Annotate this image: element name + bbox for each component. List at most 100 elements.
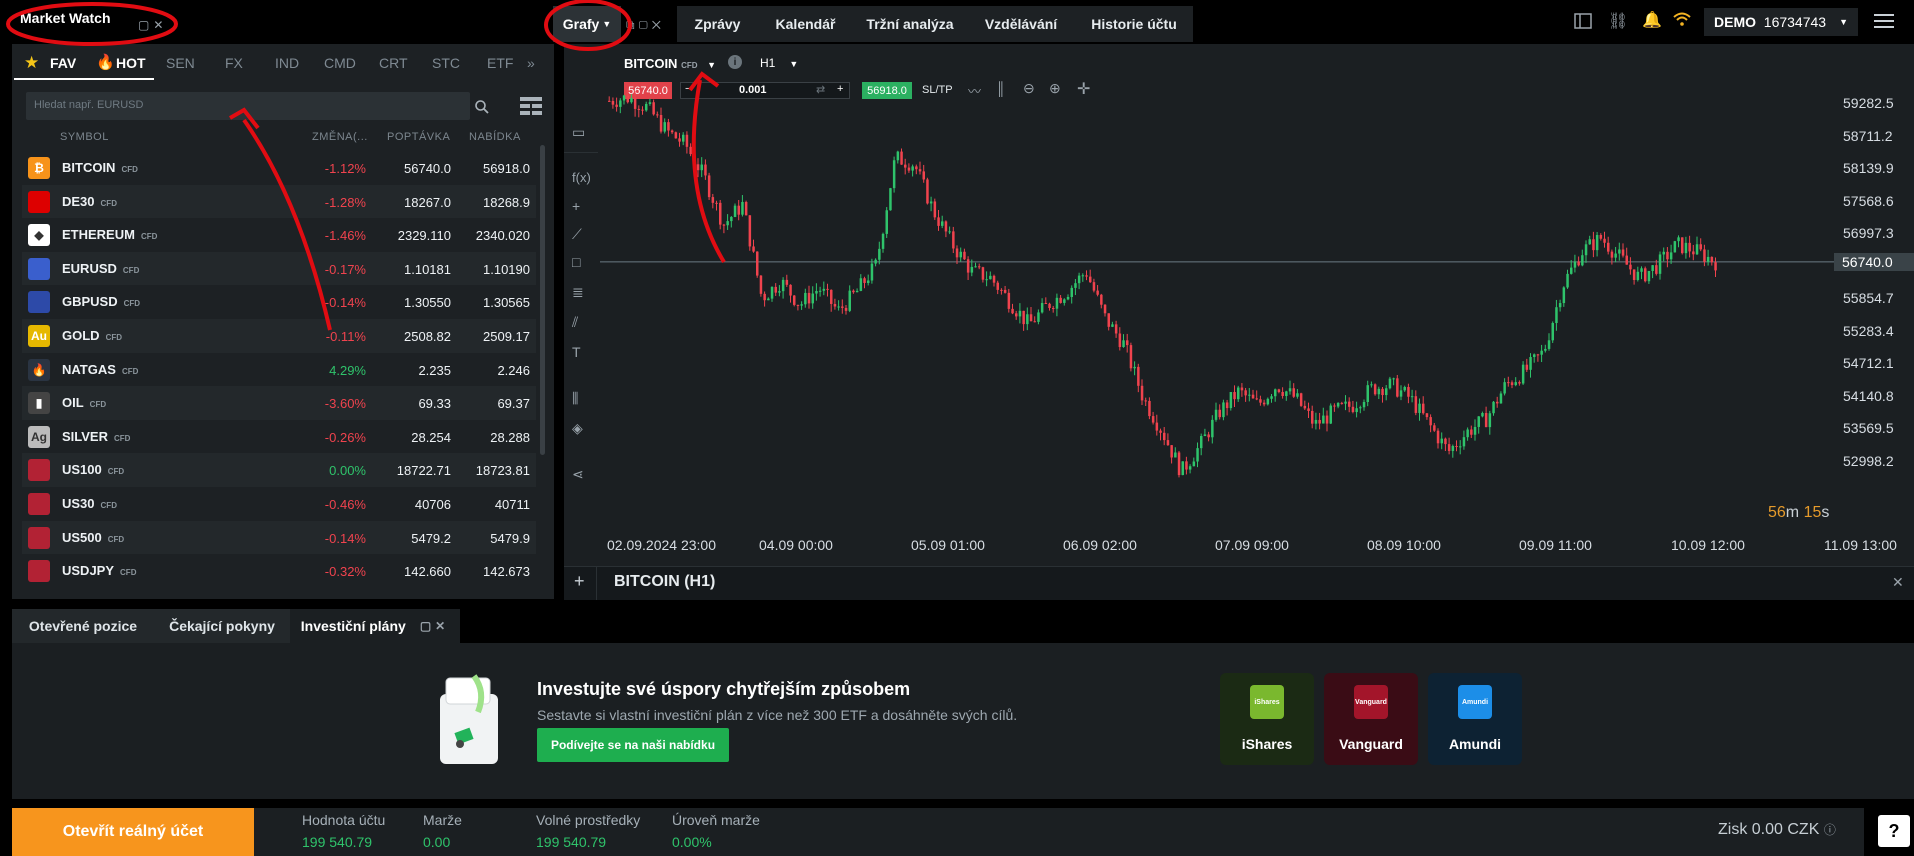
chart-title[interactable]: BITCOIN (H1) bbox=[614, 573, 715, 591]
stat-label-margin: Marže bbox=[423, 812, 462, 828]
column-header-bid[interactable]: POPTÁVKA bbox=[387, 131, 450, 143]
market-watch-window-icons[interactable]: ▢✕ bbox=[138, 18, 167, 32]
candle bbox=[1140, 385, 1144, 401]
table-row[interactable]: US100 CFD 0.00% 18722.71 18723.81 bbox=[22, 453, 536, 487]
close-icon[interactable]: ✕ bbox=[1892, 574, 1904, 591]
share-icon[interactable]: ⋖ bbox=[572, 466, 584, 483]
menu-icon[interactable] bbox=[1874, 13, 1894, 29]
search-icon[interactable] bbox=[474, 99, 490, 115]
indicators-icon[interactable]: ⫼ bbox=[572, 390, 578, 407]
account-footer bbox=[12, 808, 1914, 856]
tab-ind[interactable]: IND bbox=[275, 55, 299, 71]
tab-pending-orders[interactable]: Čekající pokyny bbox=[154, 609, 290, 643]
candle bbox=[1681, 237, 1684, 254]
info-icon[interactable]: i bbox=[728, 55, 742, 69]
monitor-icon[interactable]: ▭ bbox=[572, 124, 585, 141]
grid-view-icon[interactable] bbox=[520, 97, 542, 115]
chart-symbol-type: CFD bbox=[681, 61, 698, 70]
tab-stc[interactable]: STC bbox=[432, 55, 460, 71]
tab-zpravy[interactable]: Zprávy bbox=[677, 6, 758, 42]
table-row[interactable]: Au GOLD CFD -0.11% 2508.82 2509.17 bbox=[22, 319, 536, 353]
tab-historie-uctu[interactable]: Historie účtu bbox=[1075, 6, 1193, 42]
tab-sen[interactable]: SEN bbox=[166, 55, 195, 71]
table-row[interactable]: ₿ BITCOIN CFD -1.12% 56740.0 56918.0 bbox=[22, 151, 536, 185]
crosshair-tool-icon[interactable]: + bbox=[572, 198, 580, 214]
column-header-change[interactable]: ZMĚNA(... bbox=[312, 131, 368, 143]
brand-card-vanguard[interactable]: Vanguard Vanguard bbox=[1324, 673, 1418, 765]
tab-fx[interactable]: FX bbox=[225, 55, 243, 71]
table-row[interactable]: US500 CFD -0.14% 5479.2 5479.9 bbox=[22, 520, 536, 555]
brand-logo: Vanguard bbox=[1354, 685, 1388, 719]
market-watch-scrollbar[interactable] bbox=[540, 145, 545, 455]
tab-window-icons[interactable]: ▢✕ bbox=[420, 619, 449, 633]
tab-cmd[interactable]: CMD bbox=[324, 55, 356, 71]
table-row[interactable]: 🔥 NATGAS CFD 4.29% 2.235 2.246 bbox=[22, 353, 536, 387]
table-row[interactable]: US30 CFD -0.46% 40706 40711 bbox=[22, 487, 536, 521]
table-row[interactable]: ◆ ETHEREUM CFD -1.46% 2329.110 2340.020 bbox=[22, 218, 536, 252]
timeframe-selector[interactable]: H1 ▼ bbox=[760, 56, 798, 70]
market-watch-title[interactable]: Market Watch bbox=[20, 10, 111, 26]
symbol-cell: EURUSD CFD bbox=[62, 261, 139, 276]
table-row[interactable]: USDJPY CFD -0.32% 142.660 142.673 bbox=[22, 554, 536, 588]
candle bbox=[1255, 398, 1258, 400]
tab-crt[interactable]: CRT bbox=[379, 55, 408, 71]
fibonacci-icon[interactable]: ≣ bbox=[572, 284, 584, 301]
layout-icon[interactable] bbox=[1574, 13, 1592, 29]
candle bbox=[1266, 398, 1270, 405]
candle bbox=[1621, 249, 1625, 256]
column-header-ask[interactable]: NABÍDKA bbox=[469, 131, 521, 143]
candle bbox=[685, 134, 689, 147]
open-real-account-button[interactable]: Otevřít reálný účet bbox=[12, 808, 254, 856]
function-icon[interactable]: f(x) bbox=[572, 170, 591, 185]
candle bbox=[778, 291, 781, 293]
help-button[interactable]: ? bbox=[1878, 815, 1910, 847]
star-icon: ★ bbox=[24, 53, 40, 72]
table-row[interactable]: Ag SILVER CFD -0.26% 28.254 28.288 bbox=[22, 420, 536, 454]
table-row[interactable]: DE30 CFD -1.28% 18267.0 18268.9 bbox=[22, 184, 536, 219]
invest-title: Investujte své úspory chytřejším způsobe… bbox=[537, 679, 911, 699]
bid-cell: 142.660 bbox=[404, 564, 451, 580]
candle bbox=[1044, 302, 1048, 304]
symbol-name: NATGAS bbox=[62, 361, 116, 377]
candle bbox=[1262, 402, 1266, 405]
candle bbox=[1011, 308, 1014, 314]
text-tool-icon[interactable]: T bbox=[572, 344, 581, 360]
table-row[interactable]: ▮ OIL CFD -3.60% 69.33 69.37 bbox=[22, 386, 536, 420]
tab-fav[interactable]: FAV bbox=[50, 55, 76, 71]
candles-group bbox=[608, 90, 1717, 478]
table-row[interactable]: GBPUSD CFD -0.14% 1.30550 1.30565 bbox=[22, 285, 536, 319]
candle bbox=[1251, 394, 1255, 399]
oil-icon: ▮ bbox=[28, 392, 50, 415]
price-chart[interactable] bbox=[600, 88, 1836, 528]
pitchfork-icon[interactable]: ⫽ bbox=[572, 314, 578, 331]
tab-vzdelavani[interactable]: Vzdělávání bbox=[967, 6, 1075, 42]
candle bbox=[696, 164, 700, 171]
add-chart-icon[interactable]: + bbox=[574, 571, 585, 592]
tab-grafy[interactable]: Grafy ▼ bbox=[553, 6, 621, 42]
tab-investment-plans[interactable]: Investiční plány ▢✕ bbox=[290, 609, 460, 643]
bell-icon[interactable]: 🔔 bbox=[1642, 10, 1662, 30]
tab-etf[interactable]: ETF bbox=[487, 55, 513, 71]
candle bbox=[770, 286, 774, 299]
tab-kalendar[interactable]: Kalendář bbox=[758, 6, 853, 42]
tab-trzni-analyza[interactable]: Tržní analýza bbox=[853, 6, 967, 42]
candle bbox=[1211, 419, 1214, 438]
more-tabs-icon[interactable]: » bbox=[527, 55, 535, 71]
candle bbox=[830, 289, 833, 304]
tab-hot[interactable]: HOT bbox=[116, 55, 146, 71]
change-cell: -0.26% bbox=[324, 429, 366, 445]
column-header-symbol[interactable]: SYMBOL bbox=[60, 131, 109, 143]
trendline-icon[interactable]: ⟋ bbox=[572, 226, 582, 243]
rectangle-icon[interactable]: □ bbox=[572, 254, 580, 270]
account-selector[interactable]: DEMO 16734743 ▼ bbox=[1704, 8, 1858, 36]
info-icon[interactable]: ⓘ bbox=[1824, 823, 1836, 837]
brand-card-ishares[interactable]: iShares iShares bbox=[1220, 673, 1314, 765]
tab-open-positions[interactable]: Otevřené pozice bbox=[12, 609, 154, 643]
view-offer-button[interactable]: Podívejte se na naši nabídku bbox=[537, 728, 729, 762]
brand-card-amundi[interactable]: Amundi Amundi bbox=[1428, 673, 1522, 765]
table-row[interactable]: EURUSD CFD -0.17% 1.10181 1.10190 bbox=[22, 251, 536, 286]
chart-window-icons[interactable]: ⧉▢✕ bbox=[626, 18, 665, 33]
network-icon[interactable]: ⛓ bbox=[1608, 11, 1628, 31]
chart-symbol-selector[interactable]: BITCOIN CFD ▼ bbox=[624, 56, 716, 71]
layers-icon[interactable]: ◈ bbox=[572, 420, 583, 437]
